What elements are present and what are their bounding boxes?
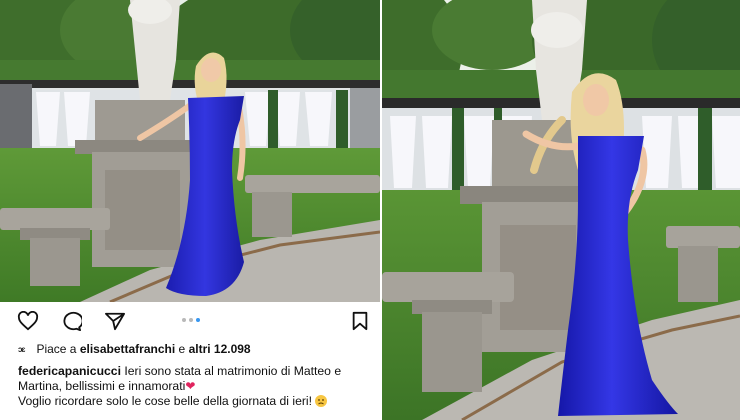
post-caption-panel: ɔɛ Piace a elisabettafranchi e altri 12.… (0, 302, 380, 420)
post-photo[interactable] (0, 0, 380, 302)
liked-by-others-link[interactable]: altri 12.098 (189, 342, 251, 356)
likes-summary: ɔɛ Piace a elisabettafranchi e altri 12.… (18, 342, 251, 356)
liked-by-user-link[interactable]: elisabettafranchi (80, 342, 175, 356)
carousel-dot (182, 318, 186, 322)
sad-face-emoji-icon (315, 395, 328, 407)
post-action-bar (0, 302, 380, 338)
likes-connector: e (178, 342, 186, 356)
red-heart-emoji-icon: ❤ (185, 379, 196, 393)
author-username-link[interactable]: federicapanicucci (18, 364, 121, 378)
portrait-photo (382, 0, 740, 420)
heart-outline-icon[interactable] (16, 310, 40, 332)
likes-prefix: Piace a (36, 342, 77, 356)
caption-text-line2: Voglio ricordare solo le cose belle dell… (18, 394, 313, 408)
paper-plane-icon[interactable] (103, 310, 127, 332)
post-caption: federicapanicucci Ieri sono stata al mat… (18, 364, 373, 409)
brand-logo-icon: ɔɛ (18, 344, 26, 354)
carousel-dot (189, 318, 193, 322)
comment-bubble-icon[interactable] (59, 310, 83, 332)
bookmark-icon[interactable] (348, 310, 372, 332)
second-photo (382, 0, 740, 420)
wedding-venue-photo (0, 0, 380, 302)
carousel-dot-active (196, 318, 200, 322)
carousel-indicator (182, 318, 200, 322)
